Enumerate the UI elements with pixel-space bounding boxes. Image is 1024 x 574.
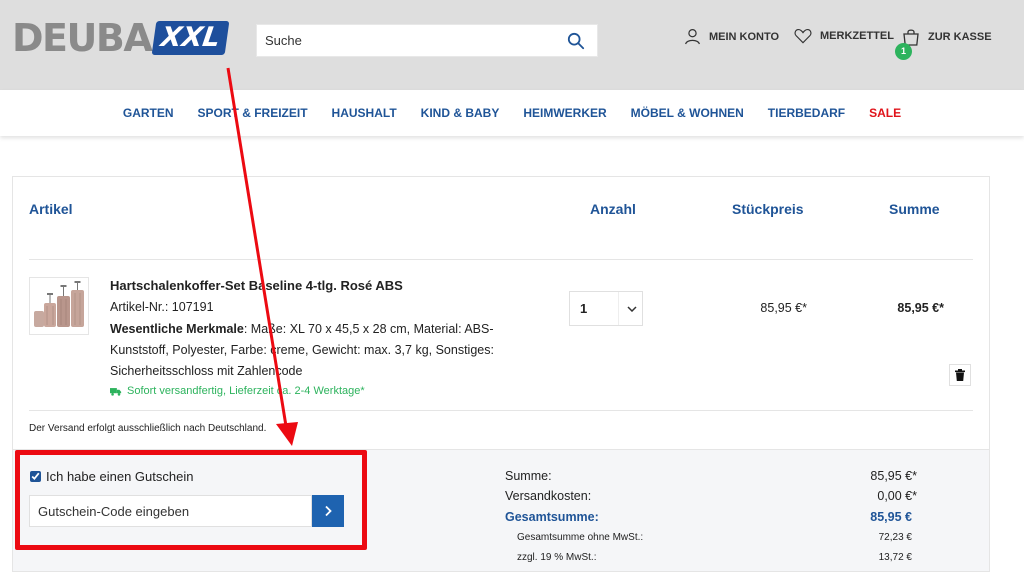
delivery-status: Sofort versandfertig, Lieferzeit ca. 2-4… [110, 385, 365, 397]
chevron-down-icon[interactable] [618, 292, 644, 325]
wishlist-link[interactable]: MERKZETTEL [794, 28, 894, 44]
logo-wordmark: DEUBA [12, 16, 153, 60]
product-features-label: Wesentliche Merkmale [110, 322, 244, 336]
logo-xxl-badge: XXL [151, 21, 230, 55]
nav-item-sport-freizeit[interactable]: SPORT & FREIZEIT [198, 106, 308, 120]
main-navigation: GARTEN SPORT & FREIZEIT HAUSHALT KIND & … [0, 90, 1024, 136]
quantity-value: 1 [580, 301, 588, 316]
product-article-number: Artikel-Nr.: 107191 [110, 300, 214, 314]
column-header-quantity: Anzahl [590, 201, 636, 217]
trash-icon [955, 369, 965, 381]
my-account-link[interactable]: MEIN KONTO [684, 28, 779, 45]
checkout-label: ZUR KASSE [928, 31, 992, 43]
shipping-note: Der Versand erfolgt ausschließlich nach … [29, 423, 267, 434]
voucher-submit-button[interactable] [312, 495, 344, 527]
vat-value: 13,72 € [878, 552, 912, 563]
voucher-checkbox-row[interactable]: Ich habe einen Gutschein [30, 469, 193, 484]
search-icon[interactable] [567, 32, 585, 50]
product-features: Wesentliche Merkmale: Maße: XL 70 x 45,5… [110, 319, 550, 382]
truck-icon [110, 387, 122, 396]
quantity-select[interactable]: 1 [569, 291, 643, 326]
product-title-link[interactable]: Hartschalenkoffer-Set Baseline 4-tlg. Ro… [110, 278, 403, 293]
search-bar [256, 24, 598, 57]
net-total-label: Gesamtsumme ohne MwSt.: [517, 532, 644, 543]
voucher-checkbox[interactable] [30, 471, 41, 482]
wishlist-label: MERKZETTEL [820, 30, 894, 42]
header-divider [29, 259, 973, 260]
delivery-status-text: Sofort versandfertig, Lieferzeit ca. 2-4… [127, 385, 365, 397]
suitcase-set-image [34, 281, 84, 327]
voucher-code-input[interactable] [29, 495, 312, 527]
chevron-right-icon [325, 505, 332, 517]
shipping-cost-label: Versandkosten: [505, 489, 592, 503]
site-header: DEUBA XXL MEIN KONTO MERKZETTEL ZUR KASS… [0, 0, 1024, 90]
shipping-cost-value: 0,00 €* [877, 489, 917, 503]
user-icon [685, 28, 700, 45]
product-image[interactable] [29, 277, 89, 335]
nav-item-sale[interactable]: SALE [869, 106, 901, 120]
my-account-label: MEIN KONTO [709, 30, 780, 43]
net-total-value: 72,23 € [878, 532, 912, 543]
unit-price: 85,95 €* [760, 301, 807, 315]
nav-item-kind-baby[interactable]: KIND & BABY [421, 106, 500, 120]
subtotal-value: 85,95 €* [870, 469, 917, 483]
search-input[interactable] [257, 25, 557, 56]
nav-item-garten[interactable]: GARTEN [123, 106, 174, 120]
subtotal-label: Summe: [505, 469, 552, 483]
deuba-logo[interactable]: DEUBA XXL [12, 16, 230, 60]
column-header-total: Summe [889, 201, 940, 217]
line-total: 85,95 €* [897, 301, 944, 315]
column-header-article: Artikel [29, 201, 73, 217]
vat-label: zzgl. 19 % MwSt.: [517, 552, 597, 563]
grand-total-value: 85,95 € [870, 510, 912, 524]
remove-item-button[interactable] [949, 364, 971, 386]
column-header-unit-price: Stückpreis [732, 201, 804, 217]
nav-item-haushalt[interactable]: HAUSHALT [332, 106, 397, 120]
nav-item-tierbedarf[interactable]: TIERBEDARF [768, 106, 845, 120]
checkout-link[interactable]: ZUR KASSE [902, 28, 992, 46]
nav-item-heimwerker[interactable]: HEIMWERKER [523, 106, 606, 120]
grand-total-label: Gesamtsumme: [505, 510, 599, 524]
item-divider [29, 410, 973, 411]
cart-count-badge: 1 [895, 43, 912, 60]
voucher-checkbox-label: Ich habe einen Gutschein [46, 469, 194, 484]
nav-item-moebel-wohnen[interactable]: MÖBEL & WOHNEN [631, 106, 744, 120]
heart-icon [794, 29, 812, 44]
